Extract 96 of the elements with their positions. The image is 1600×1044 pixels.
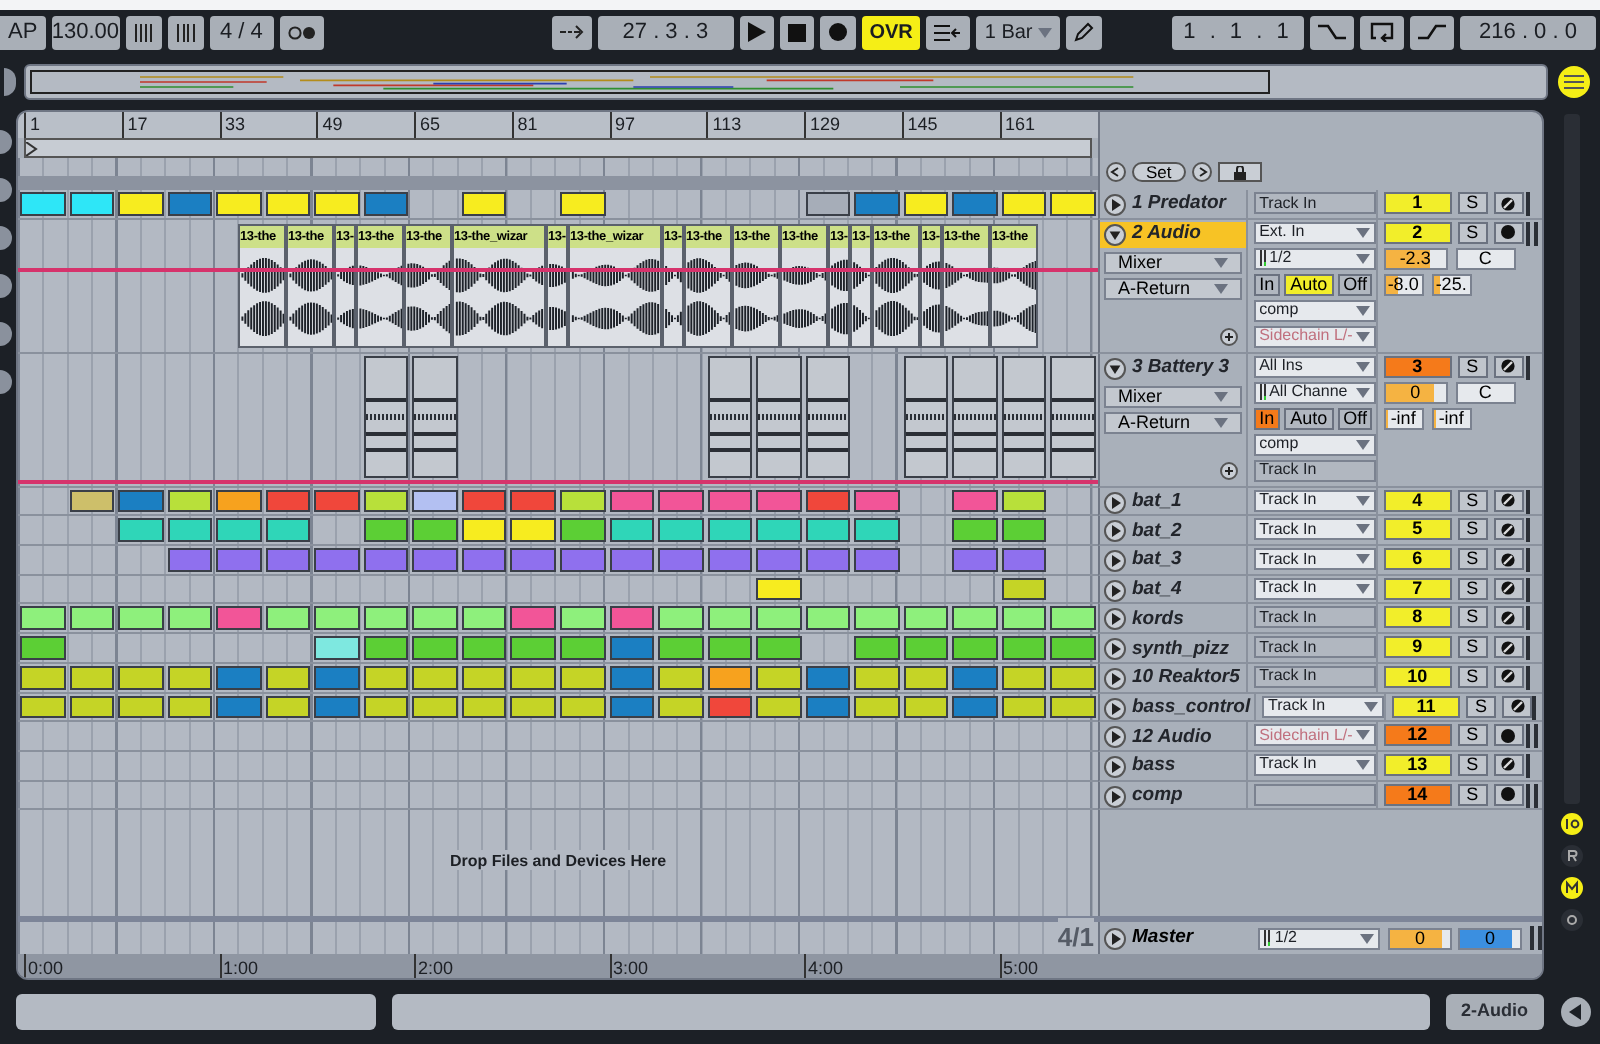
time-label: 2:00 [414, 954, 609, 978]
track-activator-button[interactable]: 2 [1383, 221, 1452, 244]
input-dropdown[interactable]: All Channe [1253, 381, 1376, 404]
input-dropdown[interactable]: Track In [1253, 518, 1376, 541]
input-dropdown[interactable]: Track In [1253, 577, 1376, 600]
solo-button[interactable]: S [1457, 783, 1488, 806]
solo-button[interactable]: S [1457, 355, 1488, 378]
track-name[interactable]: 10 Reaktor5 [1100, 665, 1246, 692]
input-field[interactable]: Track In [1253, 192, 1376, 214]
loop-length-field[interactable]: 216 . 0 . 0 [1460, 15, 1596, 49]
track-activator-button[interactable]: 13 [1383, 753, 1452, 776]
solo-button[interactable]: S [1457, 636, 1488, 659]
solo-button[interactable]: S [1466, 695, 1496, 717]
send-slider[interactable]: -inf [1431, 407, 1472, 430]
track-activator-button[interactable]: 10 [1383, 665, 1452, 688]
track-name[interactable]: bat_1 [1100, 489, 1246, 516]
routing-dropdown[interactable]: A-Return [1104, 277, 1242, 300]
set-locator-button[interactable]: Set [1132, 162, 1186, 182]
routing-dropdown[interactable]: A-Return [1104, 411, 1242, 434]
input-dropdown[interactable]: Track In [1253, 489, 1376, 512]
input-dropdown[interactable]: Track In [1253, 548, 1376, 571]
pan-field[interactable]: C [1455, 381, 1516, 404]
volume-slider[interactable]: 0 [1383, 381, 1448, 404]
tap-button[interactable]: AP [0, 15, 46, 49]
time-label: 4:00 [804, 954, 999, 978]
solo-button[interactable]: S [1457, 665, 1488, 688]
track-activator-button[interactable]: 14 [1383, 783, 1452, 806]
tempo-field[interactable]: 130.00 [51, 15, 120, 49]
routing-dropdown[interactable]: Mixer [1104, 385, 1242, 408]
monitor-button[interactable]: Auto [1284, 273, 1334, 296]
track-name[interactable]: bat_3 [1100, 548, 1246, 575]
monitor-button[interactable]: In [1253, 273, 1281, 296]
input-field[interactable]: Track In [1253, 459, 1376, 482]
time-label: 1:00 [219, 954, 414, 978]
track-activator-button[interactable]: 6 [1383, 548, 1452, 571]
solo-button[interactable]: S [1457, 221, 1488, 244]
input-field[interactable]: Track In [1253, 606, 1376, 629]
track-name[interactable]: bat_2 [1100, 518, 1246, 545]
monitor-button[interactable]: In [1253, 407, 1281, 430]
track-name[interactable]: bass [1100, 753, 1246, 780]
monitor-button[interactable]: Off [1337, 407, 1373, 430]
input-field[interactable]: Track In [1253, 665, 1376, 688]
input-dropdown[interactable]: 1/2 [1253, 247, 1376, 270]
pan-field[interactable]: C [1455, 247, 1516, 270]
track-name[interactable]: 3 Battery 3 [1100, 355, 1246, 382]
solo-button[interactable]: S [1457, 192, 1488, 214]
input-dropdown[interactable]: Track In [1262, 695, 1384, 717]
track-activator-button[interactable]: 11 [1392, 695, 1460, 717]
track-activator-button[interactable]: 8 [1383, 606, 1452, 629]
loop-start-field[interactable]: 1 . 1 . 1 [1172, 15, 1304, 49]
input-dropdown[interactable]: All Ins [1253, 355, 1376, 378]
overdub-button[interactable]: OVR [861, 15, 921, 49]
track-name[interactable]: comp [1100, 783, 1246, 810]
track-name[interactable]: synth_pizz [1100, 636, 1246, 663]
input-dropdown[interactable]: Ext. In [1253, 221, 1376, 244]
track-name[interactable]: kords [1100, 606, 1246, 633]
input-dropdown[interactable]: comp [1253, 433, 1376, 456]
solo-button[interactable]: S [1457, 577, 1488, 600]
volume-slider[interactable]: 0 [1388, 927, 1452, 949]
volume-slider[interactable]: -2.3 [1383, 247, 1448, 270]
solo-button[interactable]: S [1457, 548, 1488, 571]
solo-button[interactable]: S [1457, 518, 1488, 541]
input-dropdown[interactable]: 1/2 [1258, 927, 1381, 949]
track-name[interactable]: 1 Predator [1100, 192, 1246, 218]
cue-volume-slider[interactable]: 0 [1458, 927, 1522, 949]
solo-button[interactable]: S [1457, 724, 1488, 747]
track-activator-button[interactable]: 12 [1383, 724, 1452, 747]
track-name[interactable]: bat_4 [1100, 577, 1246, 604]
time-signature-field[interactable]: 4 / 4 [209, 15, 274, 49]
input-dropdown[interactable]: Track In [1253, 753, 1376, 776]
track-activator-button[interactable]: 5 [1383, 518, 1452, 541]
track-name[interactable]: 2 Audio [1100, 221, 1246, 248]
time-label: 3:00 [609, 954, 804, 978]
track-activator-button[interactable]: 1 [1383, 192, 1452, 214]
solo-button[interactable]: S [1457, 606, 1488, 629]
send-slider[interactable]: -inf [1383, 407, 1424, 430]
track-activator-button[interactable]: 7 [1383, 577, 1452, 600]
selected-track-button[interactable]: 2-Audio [1445, 994, 1544, 1030]
track-name[interactable]: 12 Audio [1100, 724, 1246, 751]
time-label: 5:00 [999, 954, 1194, 978]
monitor-button[interactable]: Off [1337, 273, 1373, 296]
time-label: 0:00 [24, 954, 219, 978]
quantize-dropdown[interactable]: 1 Bar [976, 15, 1061, 49]
song-position-field[interactable]: 27 . 3 . 3 [597, 15, 734, 49]
input-field[interactable]: Track In [1253, 636, 1376, 659]
track-name[interactable]: bass_control [1100, 695, 1254, 721]
track-activator-button[interactable]: 4 [1383, 489, 1452, 512]
solo-button[interactable]: S [1457, 489, 1488, 512]
track-activator-button[interactable]: 9 [1383, 636, 1452, 659]
input-dropdown[interactable]: comp [1253, 299, 1376, 322]
track-name: Master [1132, 923, 1194, 952]
monitor-button[interactable]: Auto [1284, 407, 1334, 430]
track-activator-button[interactable]: 3 [1383, 355, 1452, 378]
drop-hint: Drop Files and Devices Here [445, 850, 671, 871]
solo-button[interactable]: S [1457, 753, 1488, 776]
routing-dropdown[interactable]: Mixer [1104, 251, 1242, 274]
